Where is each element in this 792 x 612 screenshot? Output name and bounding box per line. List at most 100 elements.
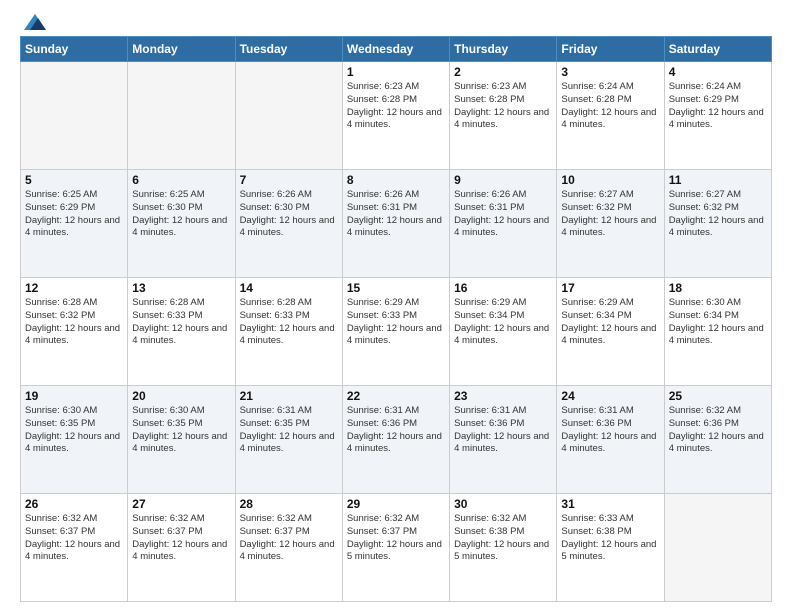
day-info: Sunrise: 6:29 AMSunset: 6:34 PMDaylight:… bbox=[454, 297, 552, 348]
day-info: Sunrise: 6:26 AMSunset: 6:31 PMDaylight:… bbox=[454, 189, 552, 240]
day-info: Sunrise: 6:32 AMSunset: 6:37 PMDaylight:… bbox=[132, 513, 230, 564]
day-number: 13 bbox=[132, 281, 230, 295]
day-info: Sunrise: 6:28 AMSunset: 6:32 PMDaylight:… bbox=[25, 297, 123, 348]
calendar-header-sunday: Sunday bbox=[21, 37, 128, 62]
calendar-cell: 23 Sunrise: 6:31 AMSunset: 6:36 PMDayligh… bbox=[450, 386, 557, 494]
calendar-cell bbox=[235, 62, 342, 170]
calendar-table: SundayMondayTuesdayWednesdayThursdayFrid… bbox=[20, 36, 772, 602]
day-number: 16 bbox=[454, 281, 552, 295]
calendar-header-thursday: Thursday bbox=[450, 37, 557, 62]
calendar-header-friday: Friday bbox=[557, 37, 664, 62]
calendar-cell: 17 Sunrise: 6:29 AMSunset: 6:34 PMDayligh… bbox=[557, 278, 664, 386]
calendar-cell: 11 Sunrise: 6:27 AMSunset: 6:32 PMDayligh… bbox=[664, 170, 771, 278]
day-info: Sunrise: 6:29 AMSunset: 6:34 PMDaylight:… bbox=[561, 297, 659, 348]
calendar-cell: 27Sunrise: 6:32 AMSunset: 6:37 PMDayligh… bbox=[128, 494, 235, 602]
day-info: Sunrise: 6:32 AMSunset: 6:36 PMDaylight:… bbox=[669, 405, 767, 456]
header bbox=[20, 16, 772, 32]
calendar-cell: 31 Sunrise: 6:33 AMSunset: 6:38 PMDayligh… bbox=[557, 494, 664, 602]
calendar-cell bbox=[664, 494, 771, 602]
day-number: 26 bbox=[25, 497, 123, 511]
day-number: 10 bbox=[561, 173, 659, 187]
day-info: Sunrise: 6:26 AMSunset: 6:31 PMDaylight:… bbox=[347, 189, 445, 240]
day-number: 2 bbox=[454, 65, 552, 79]
calendar-cell: 9 Sunrise: 6:26 AMSunset: 6:31 PMDaylight… bbox=[450, 170, 557, 278]
calendar-cell: 19 Sunrise: 6:30 AMSunset: 6:35 PMDayligh… bbox=[21, 386, 128, 494]
page: SundayMondayTuesdayWednesdayThursdayFrid… bbox=[0, 0, 792, 612]
day-info: Sunrise: 6:29 AMSunset: 6:33 PMDaylight:… bbox=[347, 297, 445, 348]
day-info: Sunrise: 6:33 AMSunset: 6:38 PMDaylight:… bbox=[561, 513, 659, 564]
day-number: 6 bbox=[132, 173, 230, 187]
day-info: Sunrise: 6:27 AMSunset: 6:32 PMDaylight:… bbox=[669, 189, 767, 240]
calendar-cell: 5 Sunrise: 6:25 AMSunset: 6:29 PMDaylight… bbox=[21, 170, 128, 278]
day-info: Sunrise: 6:31 AMSunset: 6:36 PMDaylight:… bbox=[347, 405, 445, 456]
day-number: 23 bbox=[454, 389, 552, 403]
calendar-cell: 13Sunrise: 6:28 AMSunset: 6:33 PMDayligh… bbox=[128, 278, 235, 386]
day-info: Sunrise: 6:24 AMSunset: 6:29 PMDaylight:… bbox=[669, 81, 767, 132]
calendar-cell: 26 Sunrise: 6:32 AMSunset: 6:37 PMDayligh… bbox=[21, 494, 128, 602]
calendar-cell: 10 Sunrise: 6:27 AMSunset: 6:32 PMDayligh… bbox=[557, 170, 664, 278]
calendar-cell: 16 Sunrise: 6:29 AMSunset: 6:34 PMDayligh… bbox=[450, 278, 557, 386]
calendar-cell bbox=[128, 62, 235, 170]
calendar-header-row: SundayMondayTuesdayWednesdayThursdayFrid… bbox=[21, 37, 772, 62]
calendar-header-monday: Monday bbox=[128, 37, 235, 62]
calendar-week-5: 26 Sunrise: 6:32 AMSunset: 6:37 PMDayligh… bbox=[21, 494, 772, 602]
calendar-cell: 24Sunrise: 6:31 AMSunset: 6:36 PMDayligh… bbox=[557, 386, 664, 494]
logo bbox=[20, 16, 46, 32]
calendar-header-wednesday: Wednesday bbox=[342, 37, 449, 62]
day-number: 9 bbox=[454, 173, 552, 187]
day-number: 14 bbox=[240, 281, 338, 295]
day-number: 3 bbox=[561, 65, 659, 79]
day-info: Sunrise: 6:31 AMSunset: 6:36 PMDaylight:… bbox=[454, 405, 552, 456]
day-number: 22 bbox=[347, 389, 445, 403]
calendar-cell: 14Sunrise: 6:28 AMSunset: 6:33 PMDayligh… bbox=[235, 278, 342, 386]
calendar-cell: 28 Sunrise: 6:32 AMSunset: 6:37 PMDayligh… bbox=[235, 494, 342, 602]
calendar-cell: 7 Sunrise: 6:26 AMSunset: 6:30 PMDaylight… bbox=[235, 170, 342, 278]
calendar-cell: 12Sunrise: 6:28 AMSunset: 6:32 PMDayligh… bbox=[21, 278, 128, 386]
day-info: Sunrise: 6:32 AMSunset: 6:37 PMDaylight:… bbox=[347, 513, 445, 564]
calendar-cell: 29 Sunrise: 6:32 AMSunset: 6:37 PMDayligh… bbox=[342, 494, 449, 602]
calendar-cell: 25 Sunrise: 6:32 AMSunset: 6:36 PMDayligh… bbox=[664, 386, 771, 494]
day-number: 20 bbox=[132, 389, 230, 403]
calendar-week-3: 12Sunrise: 6:28 AMSunset: 6:32 PMDayligh… bbox=[21, 278, 772, 386]
day-number: 21 bbox=[240, 389, 338, 403]
calendar-cell: 6 Sunrise: 6:25 AMSunset: 6:30 PMDaylight… bbox=[128, 170, 235, 278]
day-info: Sunrise: 6:26 AMSunset: 6:30 PMDaylight:… bbox=[240, 189, 338, 240]
day-number: 31 bbox=[561, 497, 659, 511]
calendar-cell: 8Sunrise: 6:26 AMSunset: 6:31 PMDaylight… bbox=[342, 170, 449, 278]
day-info: Sunrise: 6:32 AMSunset: 6:37 PMDaylight:… bbox=[25, 513, 123, 564]
day-number: 19 bbox=[25, 389, 123, 403]
day-number: 15 bbox=[347, 281, 445, 295]
calendar-cell: 3Sunrise: 6:24 AMSunset: 6:28 PMDaylight… bbox=[557, 62, 664, 170]
day-info: Sunrise: 6:25 AMSunset: 6:29 PMDaylight:… bbox=[25, 189, 123, 240]
day-info: Sunrise: 6:27 AMSunset: 6:32 PMDaylight:… bbox=[561, 189, 659, 240]
day-info: Sunrise: 6:23 AMSunset: 6:28 PMDaylight:… bbox=[347, 81, 445, 132]
calendar-cell: 20 Sunrise: 6:30 AMSunset: 6:35 PMDayligh… bbox=[128, 386, 235, 494]
calendar-cell: 30Sunrise: 6:32 AMSunset: 6:38 PMDayligh… bbox=[450, 494, 557, 602]
day-number: 30 bbox=[454, 497, 552, 511]
calendar-header-tuesday: Tuesday bbox=[235, 37, 342, 62]
day-number: 28 bbox=[240, 497, 338, 511]
day-number: 7 bbox=[240, 173, 338, 187]
calendar-week-4: 19 Sunrise: 6:30 AMSunset: 6:35 PMDayligh… bbox=[21, 386, 772, 494]
day-number: 17 bbox=[561, 281, 659, 295]
day-number: 29 bbox=[347, 497, 445, 511]
day-number: 1 bbox=[347, 65, 445, 79]
day-info: Sunrise: 6:30 AMSunset: 6:35 PMDaylight:… bbox=[25, 405, 123, 456]
day-info: Sunrise: 6:23 AMSunset: 6:28 PMDaylight:… bbox=[454, 81, 552, 132]
calendar-cell: 21Sunrise: 6:31 AMSunset: 6:35 PMDayligh… bbox=[235, 386, 342, 494]
logo-icon bbox=[24, 12, 46, 32]
day-number: 4 bbox=[669, 65, 767, 79]
calendar-cell: 18Sunrise: 6:30 AMSunset: 6:34 PMDayligh… bbox=[664, 278, 771, 386]
day-info: Sunrise: 6:30 AMSunset: 6:35 PMDaylight:… bbox=[132, 405, 230, 456]
calendar-cell: 1 Sunrise: 6:23 AMSunset: 6:28 PMDaylight… bbox=[342, 62, 449, 170]
day-info: Sunrise: 6:32 AMSunset: 6:37 PMDaylight:… bbox=[240, 513, 338, 564]
calendar-week-2: 5 Sunrise: 6:25 AMSunset: 6:29 PMDaylight… bbox=[21, 170, 772, 278]
calendar-cell: 2 Sunrise: 6:23 AMSunset: 6:28 PMDaylight… bbox=[450, 62, 557, 170]
day-info: Sunrise: 6:25 AMSunset: 6:30 PMDaylight:… bbox=[132, 189, 230, 240]
day-number: 11 bbox=[669, 173, 767, 187]
calendar-cell: 22 Sunrise: 6:31 AMSunset: 6:36 PMDayligh… bbox=[342, 386, 449, 494]
calendar-week-1: 1 Sunrise: 6:23 AMSunset: 6:28 PMDaylight… bbox=[21, 62, 772, 170]
day-number: 5 bbox=[25, 173, 123, 187]
day-number: 25 bbox=[669, 389, 767, 403]
calendar-header-saturday: Saturday bbox=[664, 37, 771, 62]
